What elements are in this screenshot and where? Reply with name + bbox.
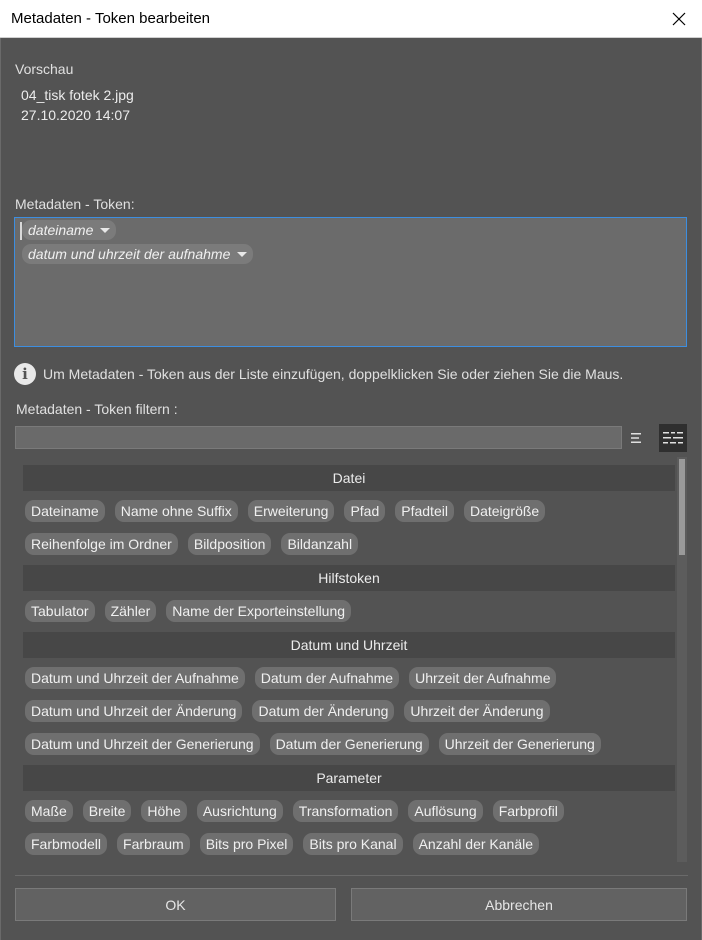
preview-label: Vorschau (15, 61, 74, 77)
token-item[interactable]: Pfad (344, 500, 386, 522)
filter-label: Metadaten - Token filtern : (16, 401, 178, 417)
info-icon: i (14, 363, 36, 385)
footer-divider (15, 875, 688, 876)
token-item[interactable]: Farbmodell (25, 833, 108, 855)
token-chip-label: datum und uhrzeit der aufnahme (28, 246, 231, 262)
token-item[interactable]: Tabulator (25, 600, 95, 622)
close-icon (672, 12, 686, 26)
token-item[interactable]: Dateiname (25, 500, 105, 522)
section-header-parameter: Parameter (23, 765, 675, 791)
token-item[interactable]: Datum und Uhrzeit der Änderung (25, 700, 243, 722)
chevron-down-icon[interactable] (237, 251, 248, 257)
scrollbar-thumb[interactable] (679, 459, 685, 555)
token-item[interactable]: Zähler (104, 600, 157, 622)
token-editor-label: Metadaten - Token: (15, 196, 135, 212)
filter-input[interactable] (15, 426, 622, 449)
token-item[interactable]: Maße (25, 800, 73, 822)
token-item[interactable]: Farbraum (117, 833, 190, 855)
token-row: Maße Breite Höhe Ausrichtung Transformat… (25, 800, 564, 822)
section-header-datei: Datei (23, 465, 675, 491)
section-header-hilfstoken: Hilfstoken (23, 565, 675, 591)
grid-view-icon (663, 432, 683, 444)
close-button[interactable] (656, 0, 702, 38)
token-item[interactable]: Bildanzahl (281, 533, 359, 555)
token-row: Tabulator Zähler Name der Exporteinstell… (25, 600, 352, 622)
token-item[interactable]: Transformation (292, 800, 399, 822)
token-item[interactable]: Ausrichtung (196, 800, 283, 822)
token-item[interactable]: Auflösung (408, 800, 483, 822)
token-row: Datum und Uhrzeit der Aufnahme Datum der… (25, 667, 557, 689)
token-item[interactable]: Bildposition (187, 533, 272, 555)
token-editor[interactable]: dateiname datum und uhrzeit der aufnahme (14, 217, 687, 347)
info-text: Um Metadaten - Token aus der Liste einzu… (43, 366, 624, 382)
token-item[interactable]: Bits pro Kanal (303, 833, 403, 855)
token-item[interactable]: Erweiterung (247, 500, 335, 522)
token-item[interactable]: Bits pro Pixel (199, 833, 294, 855)
token-item[interactable]: Höhe (141, 800, 187, 822)
token-row: Datum und Uhrzeit der Generierung Datum … (25, 733, 601, 755)
token-item[interactable]: Datum der Generierung (269, 733, 429, 755)
token-item[interactable]: Datum und Uhrzeit der Aufnahme (25, 667, 245, 689)
token-item[interactable]: Breite (82, 800, 132, 822)
list-scrollbar[interactable] (677, 457, 687, 862)
token-item[interactable]: Dateigröße (463, 500, 546, 522)
preview-filename: 04_tisk fotek 2.jpg (21, 87, 134, 103)
ok-button[interactable]: OK (15, 888, 336, 921)
token-row: Dateiname Name ohne Suffix Erweiterung P… (25, 500, 546, 522)
chevron-down-icon[interactable] (100, 227, 111, 233)
token-item[interactable]: Pfadteil (395, 500, 454, 522)
token-item[interactable]: Datum der Aufnahme (254, 667, 400, 689)
token-item[interactable]: Reihenfolge im Ordner (25, 533, 178, 555)
token-list[interactable]: Datei Dateiname Name ohne Suffix Erweite… (15, 457, 688, 862)
token-item[interactable]: Uhrzeit der Aufnahme (409, 667, 557, 689)
window-title: Metadaten - Token bearbeiten (11, 10, 211, 27)
preview-datetime: 27.10.2020 14:07 (21, 107, 130, 123)
list-view-button[interactable] (623, 424, 651, 452)
list-view-icon (631, 433, 641, 443)
grid-view-button[interactable] (659, 424, 687, 452)
section-header-datum-und-uhrzeit: Datum und Uhrzeit (23, 632, 675, 658)
cancel-button[interactable]: Abbrechen (351, 888, 687, 921)
token-chip[interactable]: datum und uhrzeit der aufnahme (22, 244, 254, 264)
token-item[interactable]: Farbprofil (492, 800, 564, 822)
token-chip[interactable]: dateiname (22, 220, 117, 240)
token-row: Datum und Uhrzeit der Änderung Datum der… (25, 700, 550, 722)
token-row: Reihenfolge im Ordner Bildposition Bilda… (25, 533, 359, 555)
token-item[interactable]: Uhrzeit der Änderung (404, 700, 550, 722)
token-item[interactable]: Datum und Uhrzeit der Generierung (25, 733, 260, 755)
token-row: Farbmodell Farbraum Bits pro Pixel Bits … (25, 833, 540, 855)
token-item[interactable]: Datum der Änderung (252, 700, 395, 722)
token-chip-label: dateiname (28, 222, 94, 238)
token-item[interactable]: Name ohne Suffix (114, 500, 238, 522)
token-item[interactable]: Uhrzeit der Generierung (438, 733, 601, 755)
token-item[interactable]: Name der Exporteinstellung (166, 600, 352, 622)
token-item[interactable]: Anzahl der Kanäle (412, 833, 540, 855)
title-bar: Metadaten - Token bearbeiten (0, 0, 702, 38)
